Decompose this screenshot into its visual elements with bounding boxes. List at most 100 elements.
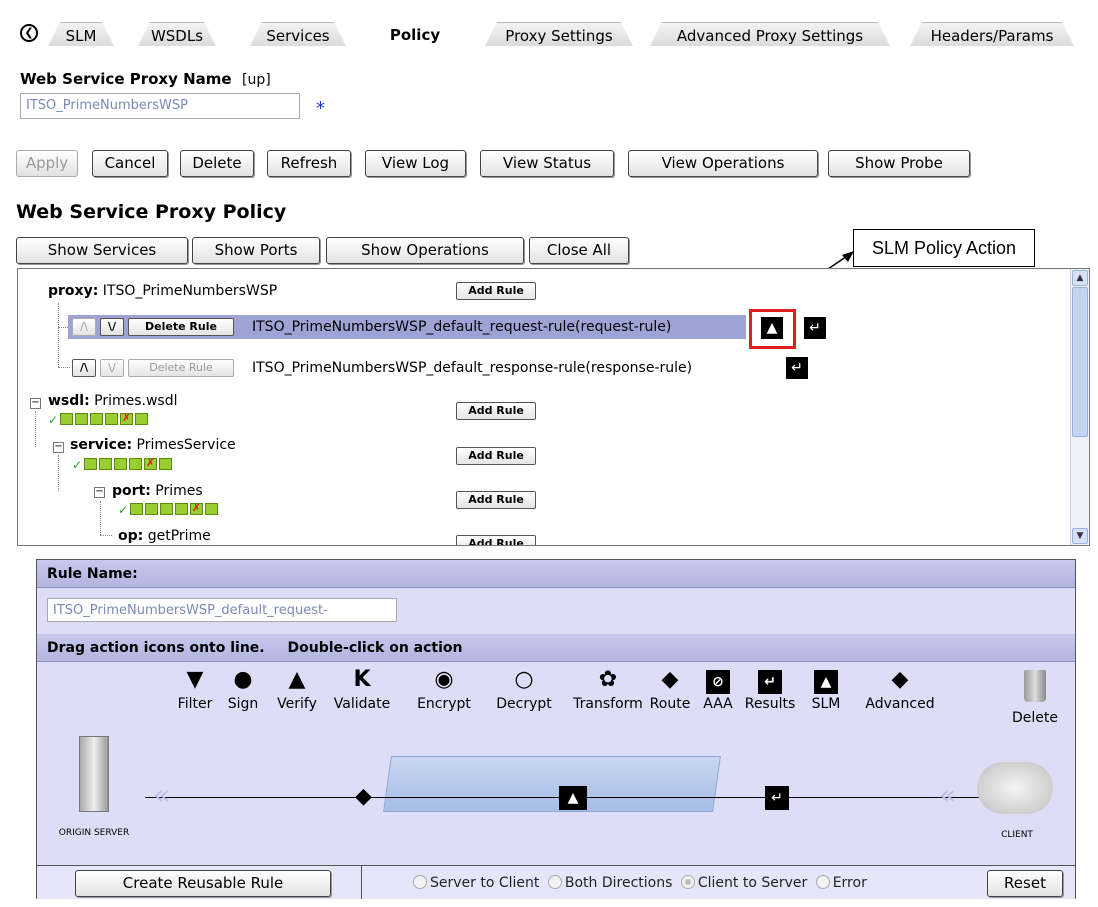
radio-error[interactable]: Error (815, 875, 867, 891)
client-label: CLIENT (1001, 830, 1033, 840)
proxy-name-field[interactable]: ITSO_PrimeNumbersWSP (20, 93, 300, 119)
rule-name-label: Rule Name: (37, 560, 1075, 588)
advanced-icon: ◆ (891, 667, 909, 692)
tab-headers-params[interactable]: Headers/Params (910, 22, 1074, 46)
wsdl-key: wsdl: (48, 393, 90, 409)
service-key: service: (70, 437, 133, 453)
delete-drop-target[interactable]: Delete (1005, 670, 1065, 726)
slm-action[interactable]: ▲ SLM (786, 666, 866, 712)
response-rule-down-button[interactable]: \/ (100, 359, 124, 377)
port-node: port: Primes (112, 483, 203, 499)
delete-label: Delete (1012, 710, 1058, 726)
appliance-image (383, 756, 721, 812)
collapse-icon[interactable]: − (30, 398, 41, 409)
collapse-icon[interactable]: − (53, 442, 64, 453)
radio-both-directions[interactable]: Both Directions (547, 875, 672, 891)
request-rule-down-button[interactable]: \/ (100, 318, 124, 336)
trash-icon (1024, 670, 1046, 702)
direction-label: Error (832, 875, 867, 891)
decrypt-action[interactable]: ○ Decrypt (484, 666, 564, 712)
wsdl-status-icons: ✓ ✗ (48, 411, 150, 427)
op-add-rule-button[interactable]: Add Rule (456, 535, 536, 545)
reset-button[interactable]: Reset (987, 870, 1063, 897)
tree-scrollbar[interactable]: ▲ ▼ (1070, 269, 1089, 545)
collapse-icon[interactable]: − (94, 487, 105, 498)
close-all-button[interactable]: Close All (529, 237, 629, 264)
delete-button[interactable]: Delete (180, 150, 254, 177)
request-rule-label[interactable]: ITSO_PrimeNumbersWSP_default_request-rul… (252, 319, 671, 335)
slm-action-icon[interactable]: ▲ (761, 317, 783, 339)
scroll-thumb[interactable] (1072, 287, 1088, 437)
tab-services[interactable]: Services (250, 22, 346, 46)
show-ports-button[interactable]: Show Ports (192, 237, 320, 264)
radio-server-to-client[interactable]: Server to Client (413, 875, 539, 891)
results-action-icon[interactable]: ↵ (786, 357, 808, 379)
direction-label: Server to Client (430, 875, 540, 891)
show-services-button[interactable]: Show Services (16, 237, 188, 264)
create-reusable-rule-button[interactable]: Create Reusable Rule (75, 870, 331, 897)
view-log-button[interactable]: View Log (365, 150, 466, 177)
tab-slm[interactable]: SLM (48, 22, 114, 46)
tree-connector (58, 455, 59, 491)
decrypt-label: Decrypt (496, 696, 552, 712)
instructions-text-1: Drag action icons onto line. (47, 640, 265, 656)
show-operations-button[interactable]: Show Operations (326, 237, 524, 264)
tab-proxy-settings[interactable]: Proxy Settings (485, 22, 633, 46)
service-add-rule-button[interactable]: Add Rule (456, 447, 536, 465)
scroll-down-icon[interactable]: ▼ (1072, 528, 1088, 544)
service-status-icons: ✓ ✗ (72, 456, 174, 472)
op-node-name: getPrime (147, 528, 211, 544)
tab-wsdls[interactable]: WSDLs (138, 22, 216, 46)
proxy-node-name: ITSO_PrimeNumbersWSP (102, 283, 278, 299)
advanced-label: Advanced (865, 696, 935, 712)
proxy-add-rule-button[interactable]: Add Rule (456, 282, 536, 300)
port-status-icons: ✓ ✗ (118, 501, 220, 517)
slm-action-placed[interactable]: ▲ (559, 786, 587, 810)
validate-label: Validate (333, 696, 391, 712)
instructions-bar: Drag action icons onto line. Double-clic… (37, 634, 1075, 662)
proxy-key: proxy: (48, 283, 99, 299)
port-node-name: Primes (155, 483, 203, 499)
back-icon[interactable]: ❮ (20, 24, 38, 42)
tree-connector (35, 411, 36, 447)
results-action-placed[interactable]: ↵ (765, 786, 789, 810)
wsdl-node: wsdl: Primes.wsdl (48, 393, 178, 409)
advanced-action[interactable]: ◆ Advanced (860, 666, 940, 712)
tab-policy[interactable]: Policy (370, 22, 460, 46)
required-marker: * (316, 98, 325, 119)
view-status-button[interactable]: View Status (480, 150, 614, 177)
encrypt-label: Encrypt (417, 696, 471, 712)
apply-button[interactable]: Apply (16, 150, 78, 177)
port-key: port: (112, 483, 151, 499)
unlock-icon: ○ (514, 667, 534, 692)
slm-icon: ▲ (786, 666, 866, 696)
refresh-button[interactable]: Refresh (267, 150, 351, 177)
proxy-status: [up] (242, 72, 271, 88)
rule-name-field[interactable]: ITSO_PrimeNumbersWSP_default_request- (47, 598, 397, 622)
scroll-up-icon[interactable]: ▲ (1072, 270, 1088, 286)
request-delete-rule-button[interactable]: Delete Rule (128, 318, 234, 336)
encrypt-action[interactable]: ◉ Encrypt (404, 666, 484, 712)
match-action-icon[interactable]: ◆ (355, 786, 372, 808)
tab-advanced-proxy-settings[interactable]: Advanced Proxy Settings (650, 22, 890, 46)
service-node-name: PrimesService (136, 437, 236, 453)
cancel-button[interactable]: Cancel (92, 150, 168, 177)
port-add-rule-button[interactable]: Add Rule (456, 491, 536, 509)
divider (361, 865, 362, 899)
response-delete-rule-button[interactable]: Delete Rule (128, 359, 234, 377)
show-probe-button[interactable]: Show Probe (828, 150, 970, 177)
response-rule-label[interactable]: ITSO_PrimeNumbersWSP_default_response-ru… (252, 360, 692, 376)
view-operations-button[interactable]: View Operations (628, 150, 818, 177)
slm-callout: SLM Policy Action (853, 229, 1035, 267)
response-rule-up-button[interactable]: /\ (72, 359, 96, 377)
radio-client-to-server[interactable]: Client to Server (680, 875, 807, 891)
wsdl-add-rule-button[interactable]: Add Rule (456, 402, 536, 420)
service-node: service: PrimesService (70, 437, 236, 453)
lock-icon: ◉ (434, 667, 454, 692)
request-rule-up-button[interactable]: /\ (72, 318, 96, 336)
results-action-icon[interactable]: ↵ (804, 317, 826, 339)
policy-tree: proxy: ITSO_PrimeNumbersWSP Add Rule /\ … (17, 268, 1090, 546)
right-chevron-icon: « (939, 778, 957, 811)
tab-bar: ❮ SLM WSDLs Services Policy Proxy Settin… (0, 0, 1098, 46)
validate-action[interactable]: K Validate (322, 666, 402, 712)
